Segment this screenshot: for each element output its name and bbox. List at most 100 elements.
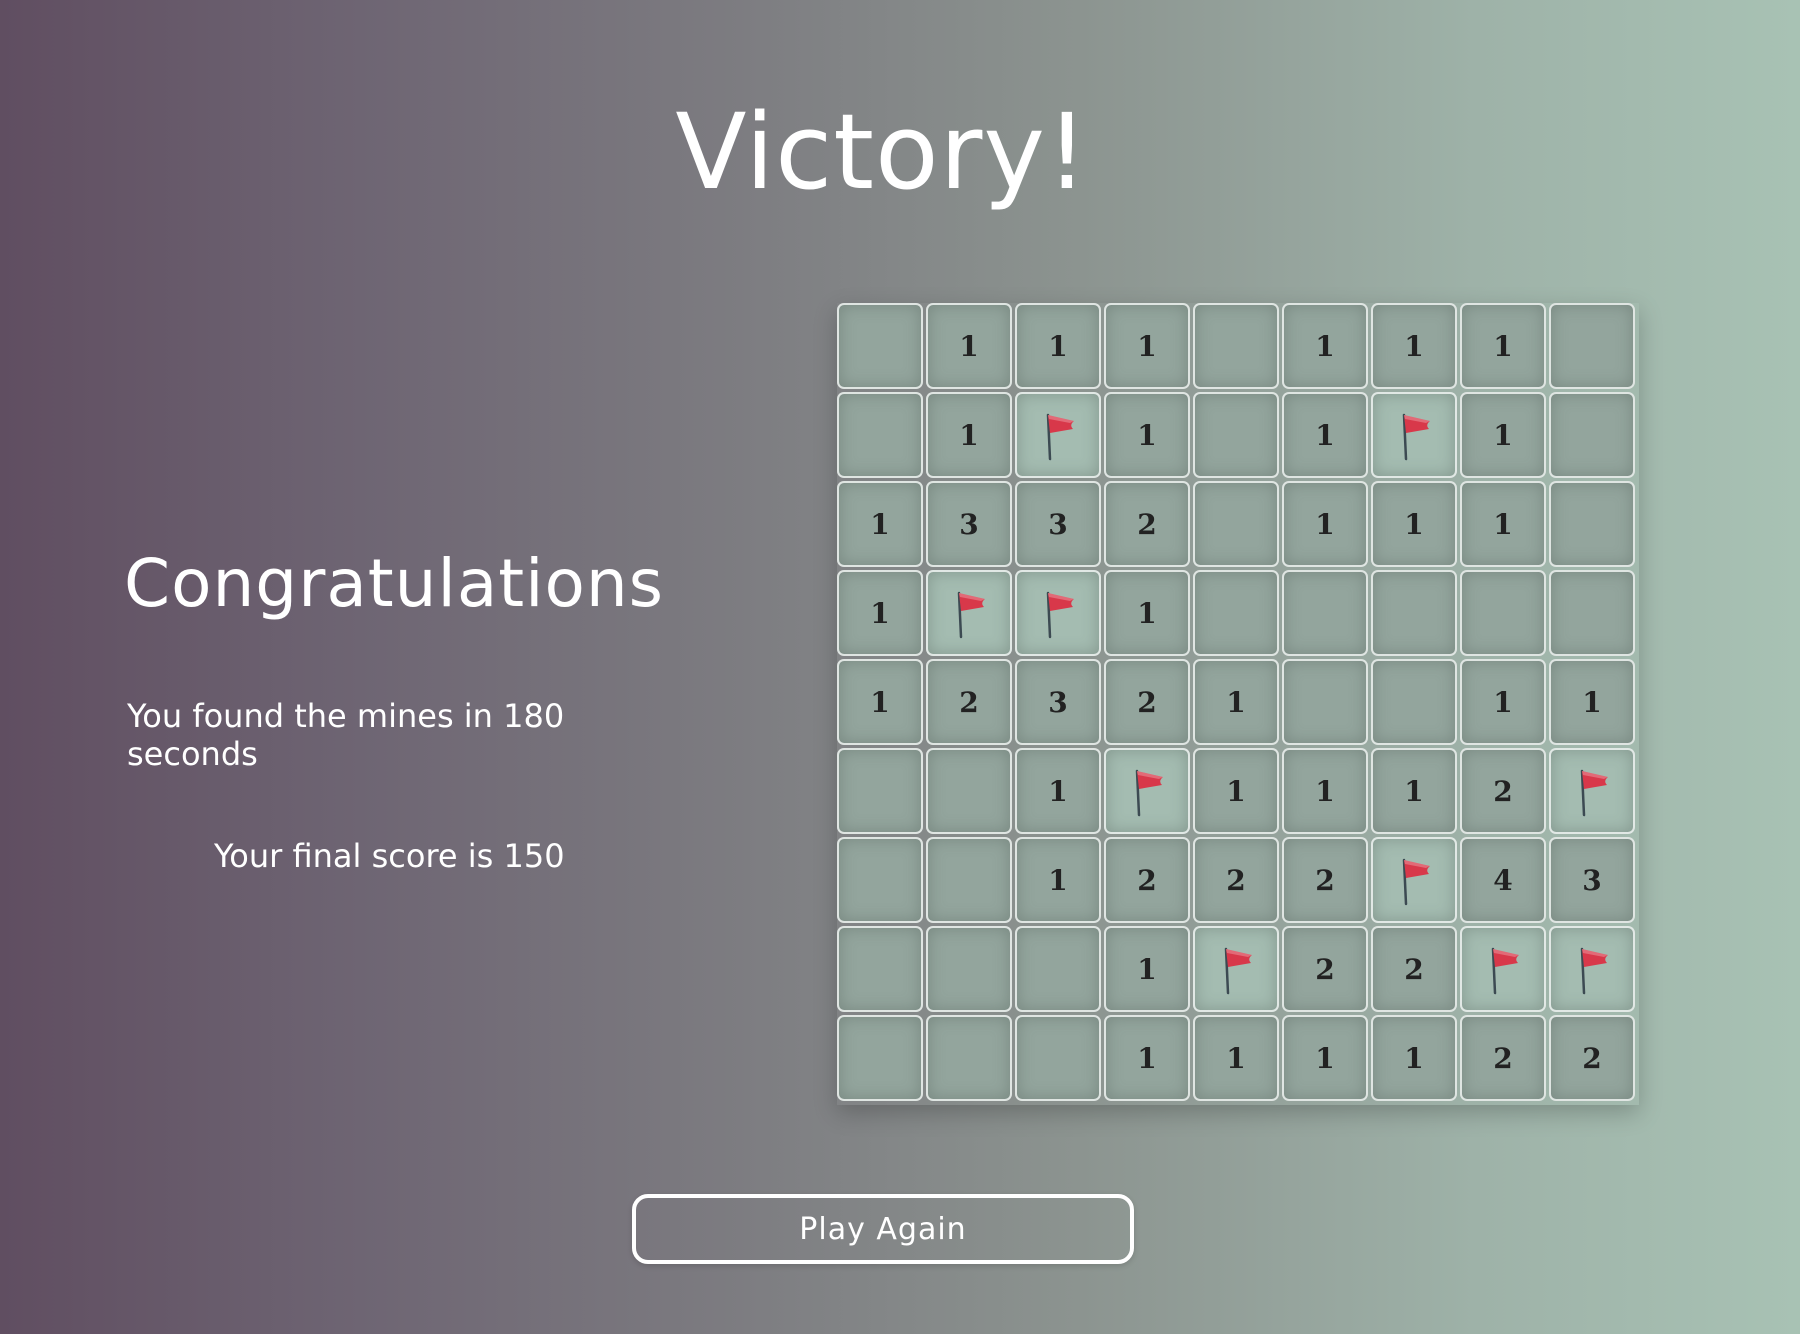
- board-cell[interactable]: 1: [1460, 659, 1546, 745]
- board-cell[interactable]: 1: [837, 659, 923, 745]
- board-cell[interactable]: 1: [1549, 659, 1635, 745]
- board-cell[interactable]: [1193, 926, 1279, 1012]
- cell-number: 1: [1582, 685, 1602, 719]
- board-cell[interactable]: 2: [1104, 837, 1190, 923]
- board-cell[interactable]: 2: [926, 659, 1012, 745]
- board-cell[interactable]: [1549, 392, 1635, 478]
- board-cell[interactable]: [1549, 570, 1635, 656]
- board-cell[interactable]: [926, 837, 1012, 923]
- cell-number: 1: [1226, 774, 1246, 808]
- board-cell[interactable]: 1: [1371, 303, 1457, 389]
- cell-number: 2: [959, 685, 979, 719]
- board-cell[interactable]: [1015, 392, 1101, 478]
- board-cell[interactable]: 1: [1460, 481, 1546, 567]
- board-cell[interactable]: 1: [1460, 303, 1546, 389]
- board-cell[interactable]: [1193, 570, 1279, 656]
- board-cell[interactable]: [837, 926, 923, 1012]
- board-cell[interactable]: [1104, 748, 1190, 834]
- board-cell[interactable]: 3: [926, 481, 1012, 567]
- board-cell[interactable]: 1: [1371, 1015, 1457, 1101]
- board-cell[interactable]: [837, 392, 923, 478]
- board-cell[interactable]: [926, 570, 1012, 656]
- cell-number: 1: [1493, 329, 1513, 363]
- board-cell[interactable]: [1549, 926, 1635, 1012]
- board-cell[interactable]: 2: [1104, 481, 1190, 567]
- board-cell[interactable]: 1: [1193, 659, 1279, 745]
- board-cell[interactable]: 4: [1460, 837, 1546, 923]
- board-cell[interactable]: [1282, 659, 1368, 745]
- board-cell[interactable]: [1460, 570, 1546, 656]
- board-cell[interactable]: 1: [1282, 303, 1368, 389]
- flag-icon: [1125, 763, 1169, 819]
- board-cell[interactable]: [1193, 481, 1279, 567]
- board-cell[interactable]: 1: [926, 392, 1012, 478]
- cell-number: 4: [1493, 863, 1513, 897]
- board-cell[interactable]: 1: [1371, 748, 1457, 834]
- board-cell[interactable]: [1549, 748, 1635, 834]
- board-cell[interactable]: 2: [1460, 748, 1546, 834]
- board-cell[interactable]: [926, 926, 1012, 1012]
- board-cell[interactable]: 1: [837, 481, 923, 567]
- board-cell[interactable]: 1: [1193, 748, 1279, 834]
- board-cell[interactable]: 1: [1015, 837, 1101, 923]
- board-cell[interactable]: 1: [1282, 748, 1368, 834]
- board-cell[interactable]: 1: [1371, 481, 1457, 567]
- cell-number: 1: [1315, 774, 1335, 808]
- cell-number: 2: [1137, 863, 1157, 897]
- cell-number: 1: [1137, 329, 1157, 363]
- board-cell[interactable]: 2: [1193, 837, 1279, 923]
- board-cell[interactable]: [926, 748, 1012, 834]
- board-cell[interactable]: 2: [1460, 1015, 1546, 1101]
- board-cell[interactable]: [837, 748, 923, 834]
- board-cell[interactable]: [1015, 1015, 1101, 1101]
- board-cell[interactable]: [926, 1015, 1012, 1101]
- board-cell[interactable]: 1: [837, 570, 923, 656]
- board-cell[interactable]: 2: [1282, 926, 1368, 1012]
- board-cell[interactable]: 1: [1015, 748, 1101, 834]
- flag-icon: [1481, 941, 1525, 997]
- board-cell[interactable]: 3: [1549, 837, 1635, 923]
- flag-icon: [1392, 407, 1436, 463]
- cell-number: 1: [1137, 418, 1157, 452]
- board-cell[interactable]: [1015, 570, 1101, 656]
- board-cell[interactable]: 1: [1015, 303, 1101, 389]
- cell-number: 3: [1048, 507, 1068, 541]
- board-cell[interactable]: 1: [1104, 570, 1190, 656]
- board-cell[interactable]: 2: [1549, 1015, 1635, 1101]
- cell-number: 1: [1404, 507, 1424, 541]
- board-cell[interactable]: 3: [1015, 659, 1101, 745]
- board-cell[interactable]: [1193, 303, 1279, 389]
- board-cell[interactable]: 1: [1104, 392, 1190, 478]
- board-cell[interactable]: 1: [1460, 392, 1546, 478]
- board-cell[interactable]: 2: [1104, 659, 1190, 745]
- board-cell[interactable]: [1371, 570, 1457, 656]
- board-cell[interactable]: 1: [1104, 926, 1190, 1012]
- board-cell[interactable]: 1: [1282, 1015, 1368, 1101]
- board-cell[interactable]: [1371, 392, 1457, 478]
- board-cell[interactable]: [837, 837, 923, 923]
- play-again-button[interactable]: Play Again: [632, 1194, 1134, 1264]
- board-cell[interactable]: [1282, 570, 1368, 656]
- cell-number: 3: [1048, 685, 1068, 719]
- board-cell[interactable]: 1: [1104, 1015, 1190, 1101]
- board-cell[interactable]: [837, 1015, 923, 1101]
- board-cell[interactable]: 1: [926, 303, 1012, 389]
- board-cell[interactable]: [1193, 392, 1279, 478]
- board-cell[interactable]: [1549, 481, 1635, 567]
- minesweeper-board: 1 1 1 1 1 1 1 1 1 1 1 3 3 2 1 1 1 1 1 1 2 3 2 1 1 1 1 1 1 1 2 1 2 2 2 4 3 1 2 2…: [837, 303, 1639, 1105]
- board-cell[interactable]: 1: [1193, 1015, 1279, 1101]
- board-cell[interactable]: 1: [1104, 303, 1190, 389]
- board-cell[interactable]: 3: [1015, 481, 1101, 567]
- board-cell[interactable]: [1460, 926, 1546, 1012]
- board-cell[interactable]: 1: [1282, 481, 1368, 567]
- board-cell[interactable]: [1015, 926, 1101, 1012]
- cell-number: 1: [1315, 418, 1335, 452]
- board-cell[interactable]: [1371, 659, 1457, 745]
- board-cell[interactable]: 1: [1282, 392, 1368, 478]
- board-cell[interactable]: 2: [1282, 837, 1368, 923]
- board-cell[interactable]: 2: [1371, 926, 1457, 1012]
- board-cell[interactable]: [837, 303, 923, 389]
- board-cell[interactable]: [1549, 303, 1635, 389]
- board-cell[interactable]: [1371, 837, 1457, 923]
- flag-icon: [1036, 585, 1080, 641]
